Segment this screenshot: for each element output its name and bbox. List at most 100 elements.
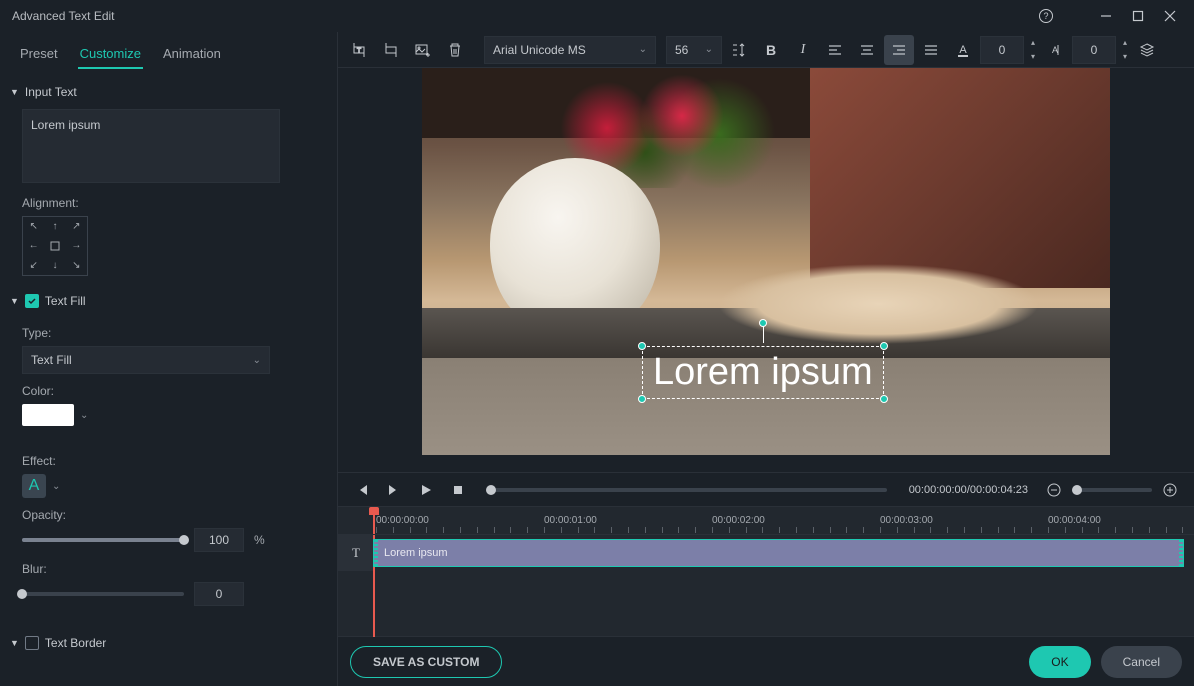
zoom-out-button[interactable]	[1040, 476, 1068, 504]
prev-frame-button[interactable]	[348, 476, 376, 504]
align-right-icon[interactable]	[884, 35, 914, 65]
align-middle-left[interactable]: ←	[23, 236, 44, 255]
section-input-text-label: Input Text	[25, 85, 77, 99]
align-bottom-center[interactable]: ↓	[44, 256, 65, 275]
align-top-right[interactable]: ↗	[66, 217, 87, 236]
bold-icon[interactable]: B	[756, 35, 786, 65]
clip-label: Lorem ipsum	[384, 547, 448, 559]
blur-label: Blur:	[22, 562, 315, 576]
tracking-input[interactable]: 0	[980, 36, 1024, 64]
opacity-input[interactable]	[194, 528, 244, 552]
image-add-icon[interactable]	[408, 35, 438, 65]
tab-animation[interactable]: Animation	[161, 40, 223, 69]
text-overlay-box[interactable]: Lorem ipsum	[642, 346, 884, 399]
align-justify-icon[interactable]	[916, 35, 946, 65]
opacity-slider[interactable]	[22, 538, 184, 542]
close-button[interactable]	[1158, 4, 1182, 28]
opacity-label: Opacity:	[22, 508, 315, 522]
playback-slider[interactable]	[486, 488, 887, 492]
triangle-down-icon: ▼	[10, 296, 19, 306]
effect-label: Effect:	[22, 454, 315, 468]
text-border-label: Text Border	[45, 636, 106, 650]
ok-button[interactable]: OK	[1029, 646, 1090, 678]
stop-button[interactable]	[444, 476, 472, 504]
type-label: Type:	[22, 326, 315, 340]
overlay-text: Lorem ipsum	[653, 351, 873, 394]
resize-handle-br[interactable]	[880, 395, 888, 403]
italic-icon[interactable]: I	[788, 35, 818, 65]
trash-icon[interactable]	[440, 35, 470, 65]
chevron-down-icon[interactable]: ⌄	[52, 481, 60, 492]
text-track-icon: T	[338, 535, 373, 571]
timeline-tick: 00:00:03:00	[880, 515, 933, 526]
tracking-down[interactable]: ▾	[1028, 52, 1038, 62]
char-spacing-icon[interactable]: A	[1040, 35, 1070, 65]
timeline-clip[interactable]: Lorem ipsum	[373, 539, 1184, 567]
font-size-select[interactable]: 56 ⌄	[666, 36, 722, 64]
alignment-label: Alignment:	[22, 196, 315, 210]
tracking-up[interactable]: ▴	[1028, 38, 1038, 48]
leading-up[interactable]: ▴	[1120, 38, 1130, 48]
align-bottom-right[interactable]: ↘	[66, 256, 87, 275]
align-center[interactable]	[44, 236, 65, 255]
chevron-down-icon: ⌄	[253, 355, 261, 366]
save-as-custom-button[interactable]: SAVE AS CUSTOM	[350, 646, 502, 678]
preview-canvas[interactable]: Lorem ipsum	[422, 68, 1110, 455]
leading-input[interactable]: 0	[1072, 36, 1116, 64]
help-icon[interactable]: ?	[1034, 4, 1058, 28]
line-height-icon[interactable]	[724, 35, 754, 65]
rotate-handle[interactable]	[759, 319, 767, 327]
align-top-left[interactable]: ↖	[23, 217, 44, 236]
timeline-tick: 00:00:04:00	[1048, 515, 1101, 526]
zoom-in-button[interactable]	[1156, 476, 1184, 504]
tab-customize[interactable]: Customize	[78, 40, 143, 69]
play-button[interactable]	[412, 476, 440, 504]
resize-handle-tr[interactable]	[880, 342, 888, 350]
align-bottom-left[interactable]: ↙	[23, 256, 44, 275]
effect-swatch[interactable]: A	[22, 474, 46, 498]
type-select[interactable]: Text Fill ⌄	[22, 346, 270, 374]
tab-preset[interactable]: Preset	[18, 40, 60, 69]
blur-input[interactable]	[194, 582, 244, 606]
next-frame-button[interactable]	[380, 476, 408, 504]
align-center-icon[interactable]	[852, 35, 882, 65]
svg-text:A: A	[959, 44, 967, 56]
svg-text:T: T	[357, 48, 362, 55]
zoom-slider[interactable]	[1072, 488, 1152, 492]
triangle-down-icon: ▼	[10, 87, 19, 97]
maximize-button[interactable]	[1126, 4, 1150, 28]
layers-icon[interactable]	[1132, 35, 1162, 65]
resize-handle-tl[interactable]	[638, 342, 646, 350]
svg-text:?: ?	[1043, 11, 1048, 21]
cancel-button[interactable]: Cancel	[1101, 646, 1182, 678]
window-title: Advanced Text Edit	[12, 9, 115, 23]
text-fill-label: Text Fill	[45, 294, 86, 308]
leading-down[interactable]: ▾	[1120, 52, 1130, 62]
input-text-area[interactable]: Lorem ipsum	[22, 109, 280, 183]
font-color-icon[interactable]: A	[948, 35, 978, 65]
resize-handle-bl[interactable]	[638, 395, 646, 403]
input-text-section-toggle[interactable]: ▼ Input Text	[0, 79, 337, 105]
time-display: 00:00:00:00/00:00:04:23	[909, 484, 1028, 496]
opacity-unit: %	[254, 533, 265, 547]
minimize-button[interactable]	[1094, 4, 1118, 28]
text-fill-checkbox[interactable]	[25, 294, 39, 308]
blur-slider[interactable]	[22, 592, 184, 596]
timeline-tick: 00:00:02:00	[712, 515, 765, 526]
chevron-down-icon: ⌄	[639, 44, 647, 55]
timeline-tick: 00:00:00:00	[376, 515, 429, 526]
font-select[interactable]: Arial Unicode MS ⌄	[484, 36, 656, 64]
chevron-down-icon[interactable]: ⌄	[80, 410, 88, 421]
timeline[interactable]: 00:00:00:00 00:00:01:00 00:00:02:00 00:0…	[338, 506, 1194, 636]
svg-text:A: A	[1052, 45, 1058, 55]
triangle-down-icon: ▼	[10, 638, 19, 648]
align-middle-right[interactable]: →	[66, 236, 87, 255]
align-top-center[interactable]: ↑	[44, 217, 65, 236]
align-left-icon[interactable]	[820, 35, 850, 65]
text-border-checkbox[interactable]	[25, 636, 39, 650]
color-swatch[interactable]	[22, 404, 74, 426]
timeline-ruler[interactable]: 00:00:00:00 00:00:01:00 00:00:02:00 00:0…	[338, 507, 1194, 535]
crop-text-icon[interactable]: T	[344, 35, 374, 65]
chevron-down-icon: ⌄	[705, 44, 713, 55]
crop-icon[interactable]	[376, 35, 406, 65]
